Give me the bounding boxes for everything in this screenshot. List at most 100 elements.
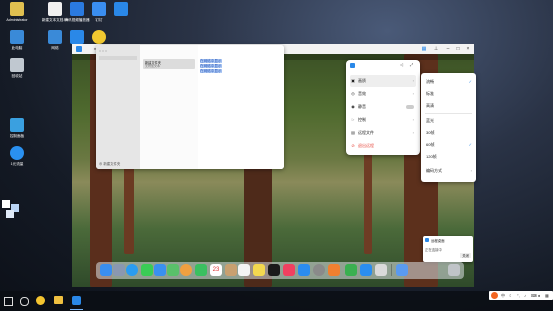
pin-icon[interactable]: ⊥ <box>432 44 440 54</box>
app-icon <box>10 146 24 160</box>
quality-submenu: 流畅 ✓ 标准 高清 蓝光 30帧 60帧 ✓ 120帧 编码方式 › <box>421 73 476 182</box>
divider <box>425 113 472 114</box>
safari-icon[interactable] <box>126 264 138 276</box>
notification-toast[interactable]: 远程桌面 正在连接中 关闭 <box>423 236 473 262</box>
contacts-icon[interactable] <box>225 264 237 276</box>
submenu-item[interactable]: 编码方式 › <box>426 166 474 176</box>
plus-icon: ⊕ <box>99 162 103 166</box>
desktop-icon-recycle-bin[interactable]: 回收站 <box>2 58 32 78</box>
finder-icon[interactable] <box>100 264 112 276</box>
chevron-right-icon: › <box>412 130 414 135</box>
appstore-icon[interactable] <box>298 264 310 276</box>
shirt-icon[interactable]: ♠ <box>538 291 540 300</box>
notes-list: 新建文件夹 无附加文本 <box>140 45 199 169</box>
grid-icon[interactable]: ▦ <box>545 291 549 300</box>
trash-icon[interactable] <box>448 264 460 276</box>
submenu-item[interactable]: 蓝光 <box>426 116 474 126</box>
notification-app-icon <box>425 238 429 242</box>
submenu-item[interactable]: 流畅 ✓ <box>426 77 474 87</box>
calendar-icon[interactable]: 23 <box>210 264 222 276</box>
menu-item-mute[interactable]: ◉ 静音 <box>350 101 416 113</box>
keynote-icon[interactable] <box>360 264 372 276</box>
pages-icon[interactable] <box>328 264 340 276</box>
menu-item-remote-files[interactable]: ▤ 远程文件 › <box>350 127 416 139</box>
ime-toolbar: 中 ☾ °, ♪ ⌨ ♠ ▦ <box>489 291 553 300</box>
remote-app-icon <box>76 46 82 52</box>
notes-app-window[interactable]: ⊕ 新建文件夹 新建文件夹 无附加文本 在网络中显示 在网络中显示 在网络中显示 <box>96 45 284 169</box>
menu-item-sound[interactable]: ◎ 音效 › <box>350 88 416 100</box>
close-icon[interactable]: × <box>464 44 472 54</box>
tv-icon[interactable] <box>268 264 280 276</box>
active-app-indicator <box>70 309 83 310</box>
music-icon[interactable] <box>283 264 295 276</box>
facetime-icon[interactable] <box>195 264 207 276</box>
exit-icon: ⊘ <box>351 143 355 148</box>
check-icon: ✓ <box>468 79 472 84</box>
desktop-icon-traffic[interactable]: 1元流量 <box>2 146 32 166</box>
desktop-icon-administrator[interactable]: Administrator <box>2 2 32 22</box>
dingtalk-icon <box>92 2 106 16</box>
chevron-right-icon: › <box>412 78 414 83</box>
note-editor[interactable]: 在网络中显示 在网络中显示 在网络中显示 <box>198 45 284 169</box>
reminders-icon[interactable] <box>238 264 250 276</box>
control-panel-icon <box>10 118 24 132</box>
preview-icon[interactable] <box>375 264 387 276</box>
submenu-item[interactable]: 标准 <box>426 89 474 99</box>
remote-control-menu: ◁ ⤢ ▣ 画质 › ◎ 音效 › ◉ 静音 ☞ 控制 › ▤ 远程文件 › ⊘ 退出远程 <box>346 60 420 155</box>
desktop-icon-control-panel[interactable]: 控制面板 <box>2 118 32 138</box>
windows-start-icon[interactable] <box>4 297 13 306</box>
computer-icon <box>10 30 24 44</box>
menu-item-control[interactable]: ☞ 控制 › <box>350 114 416 126</box>
remote-taskbar-icon[interactable] <box>72 296 81 305</box>
sound-icon: ◎ <box>351 91 355 96</box>
volume-icon[interactable]: ◁ <box>400 62 403 67</box>
desktop-icon-this-pc[interactable]: 此电脑 <box>2 30 32 50</box>
grid-icon[interactable]: ▦ <box>420 44 428 54</box>
new-folder-button[interactable]: ⊕ 新建文件夹 <box>99 161 120 166</box>
note-text-line: 在网络中显示 <box>200 69 222 73</box>
mute-toggle[interactable] <box>406 105 414 109</box>
menu-item-quality[interactable]: ▣ 画质 › <box>350 75 416 87</box>
submenu-item[interactable]: 30帧 <box>426 128 474 138</box>
submenu-item[interactable]: 120帧 <box>426 152 474 162</box>
keyboard-icon[interactable]: ⌨ <box>531 291 537 300</box>
user-folder-icon <box>10 2 24 16</box>
notification-close-button[interactable]: 关闭 <box>460 253 471 258</box>
windows-taskbar <box>0 291 553 311</box>
minimize-icon[interactable]: – <box>444 44 452 54</box>
submenu-item[interactable]: 60帧 ✓ <box>426 140 474 150</box>
mail-icon[interactable] <box>154 264 166 276</box>
folder-icon[interactable] <box>54 296 63 304</box>
notes-sidebar: ⊕ 新建文件夹 <box>96 45 140 169</box>
desktop-icon-brand[interactable] <box>106 2 136 18</box>
note-text-line: 在网络中显示 <box>200 59 222 63</box>
menu-item-exit[interactable]: ⊘ 退出远程 <box>350 140 416 152</box>
moon-icon[interactable]: ☾ <box>509 291 513 300</box>
mic-icon[interactable]: ♪ <box>524 291 526 300</box>
maps-icon[interactable] <box>167 264 179 276</box>
downloads-icon[interactable] <box>396 264 408 276</box>
list-item[interactable]: 新建文件夹 无附加文本 <box>143 59 195 69</box>
numbers-icon[interactable] <box>345 264 357 276</box>
settings-icon[interactable] <box>313 264 325 276</box>
video-player-icon <box>70 2 84 16</box>
sogou-icon[interactable] <box>491 292 498 299</box>
chevron-right-icon: › <box>470 168 472 173</box>
sidebar-selected-folder[interactable] <box>99 56 137 60</box>
photos-icon[interactable] <box>180 264 192 276</box>
search-icon[interactable] <box>20 297 29 306</box>
submenu-item[interactable]: 高清 <box>426 101 474 111</box>
network-icon <box>48 30 62 44</box>
recycle-bin-icon <box>10 58 24 72</box>
fullscreen-icon[interactable]: ⤢ <box>410 62 413 67</box>
launchpad-icon[interactable] <box>113 264 125 276</box>
notes-icon[interactable] <box>253 264 265 276</box>
mute-icon: ◉ <box>351 104 355 109</box>
mac-dock: 23 <box>96 262 464 279</box>
chevron-right-icon: › <box>412 91 414 96</box>
ime-chinese-label[interactable]: 中 <box>501 291 505 300</box>
comma-icon[interactable]: °, <box>517 291 520 300</box>
messages-icon[interactable] <box>141 264 153 276</box>
maximize-icon[interactable]: □ <box>454 44 462 54</box>
chrome-icon[interactable] <box>36 296 45 305</box>
